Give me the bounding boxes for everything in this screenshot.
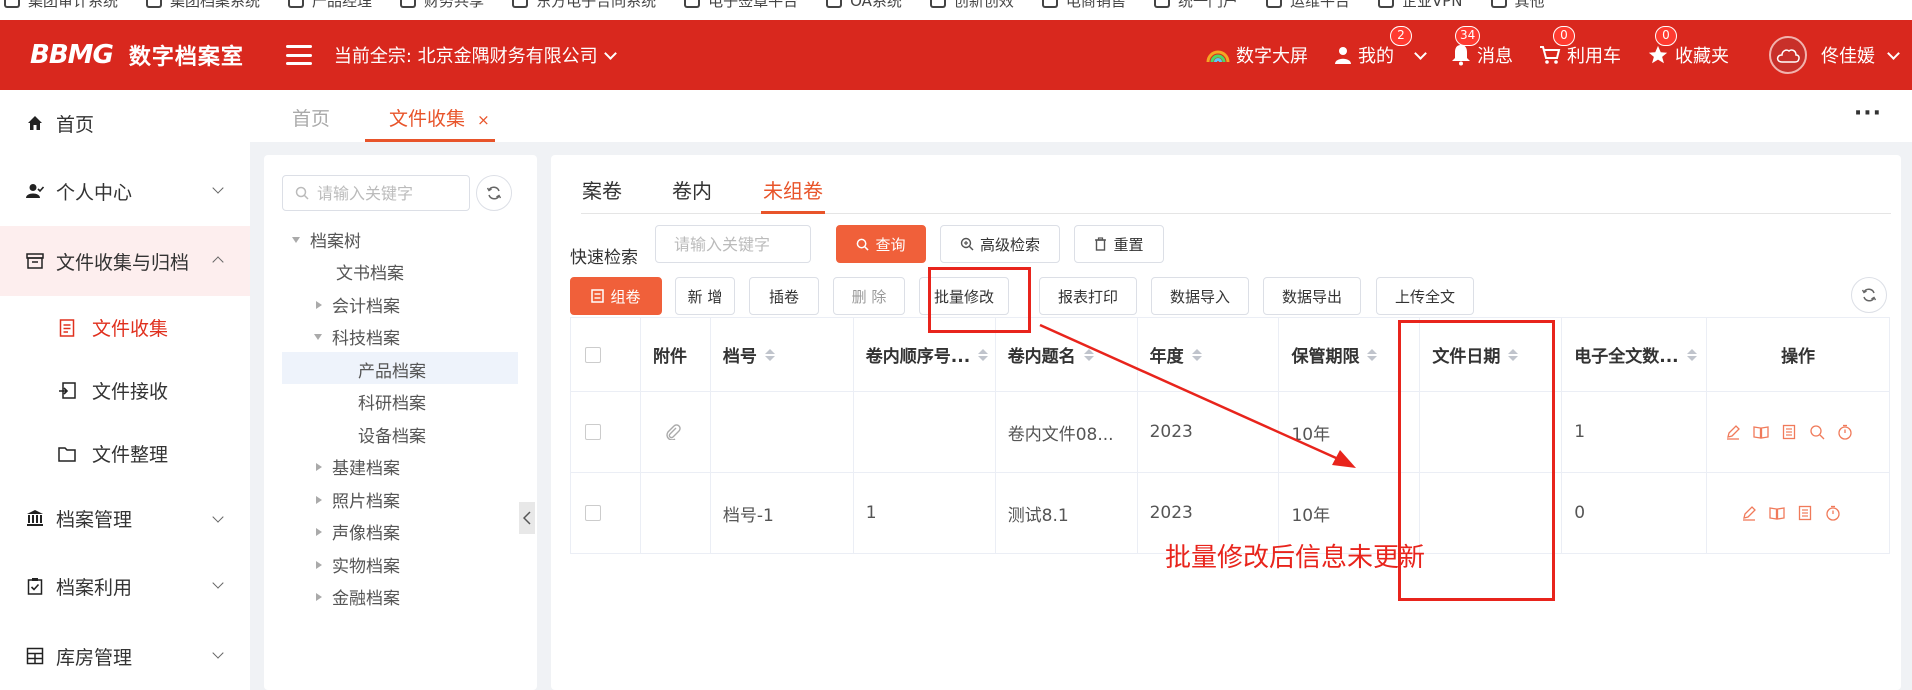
annotation-arrow [1039,323,1356,468]
annotation-note: 批量修改后信息未更新 [1165,543,1426,573]
